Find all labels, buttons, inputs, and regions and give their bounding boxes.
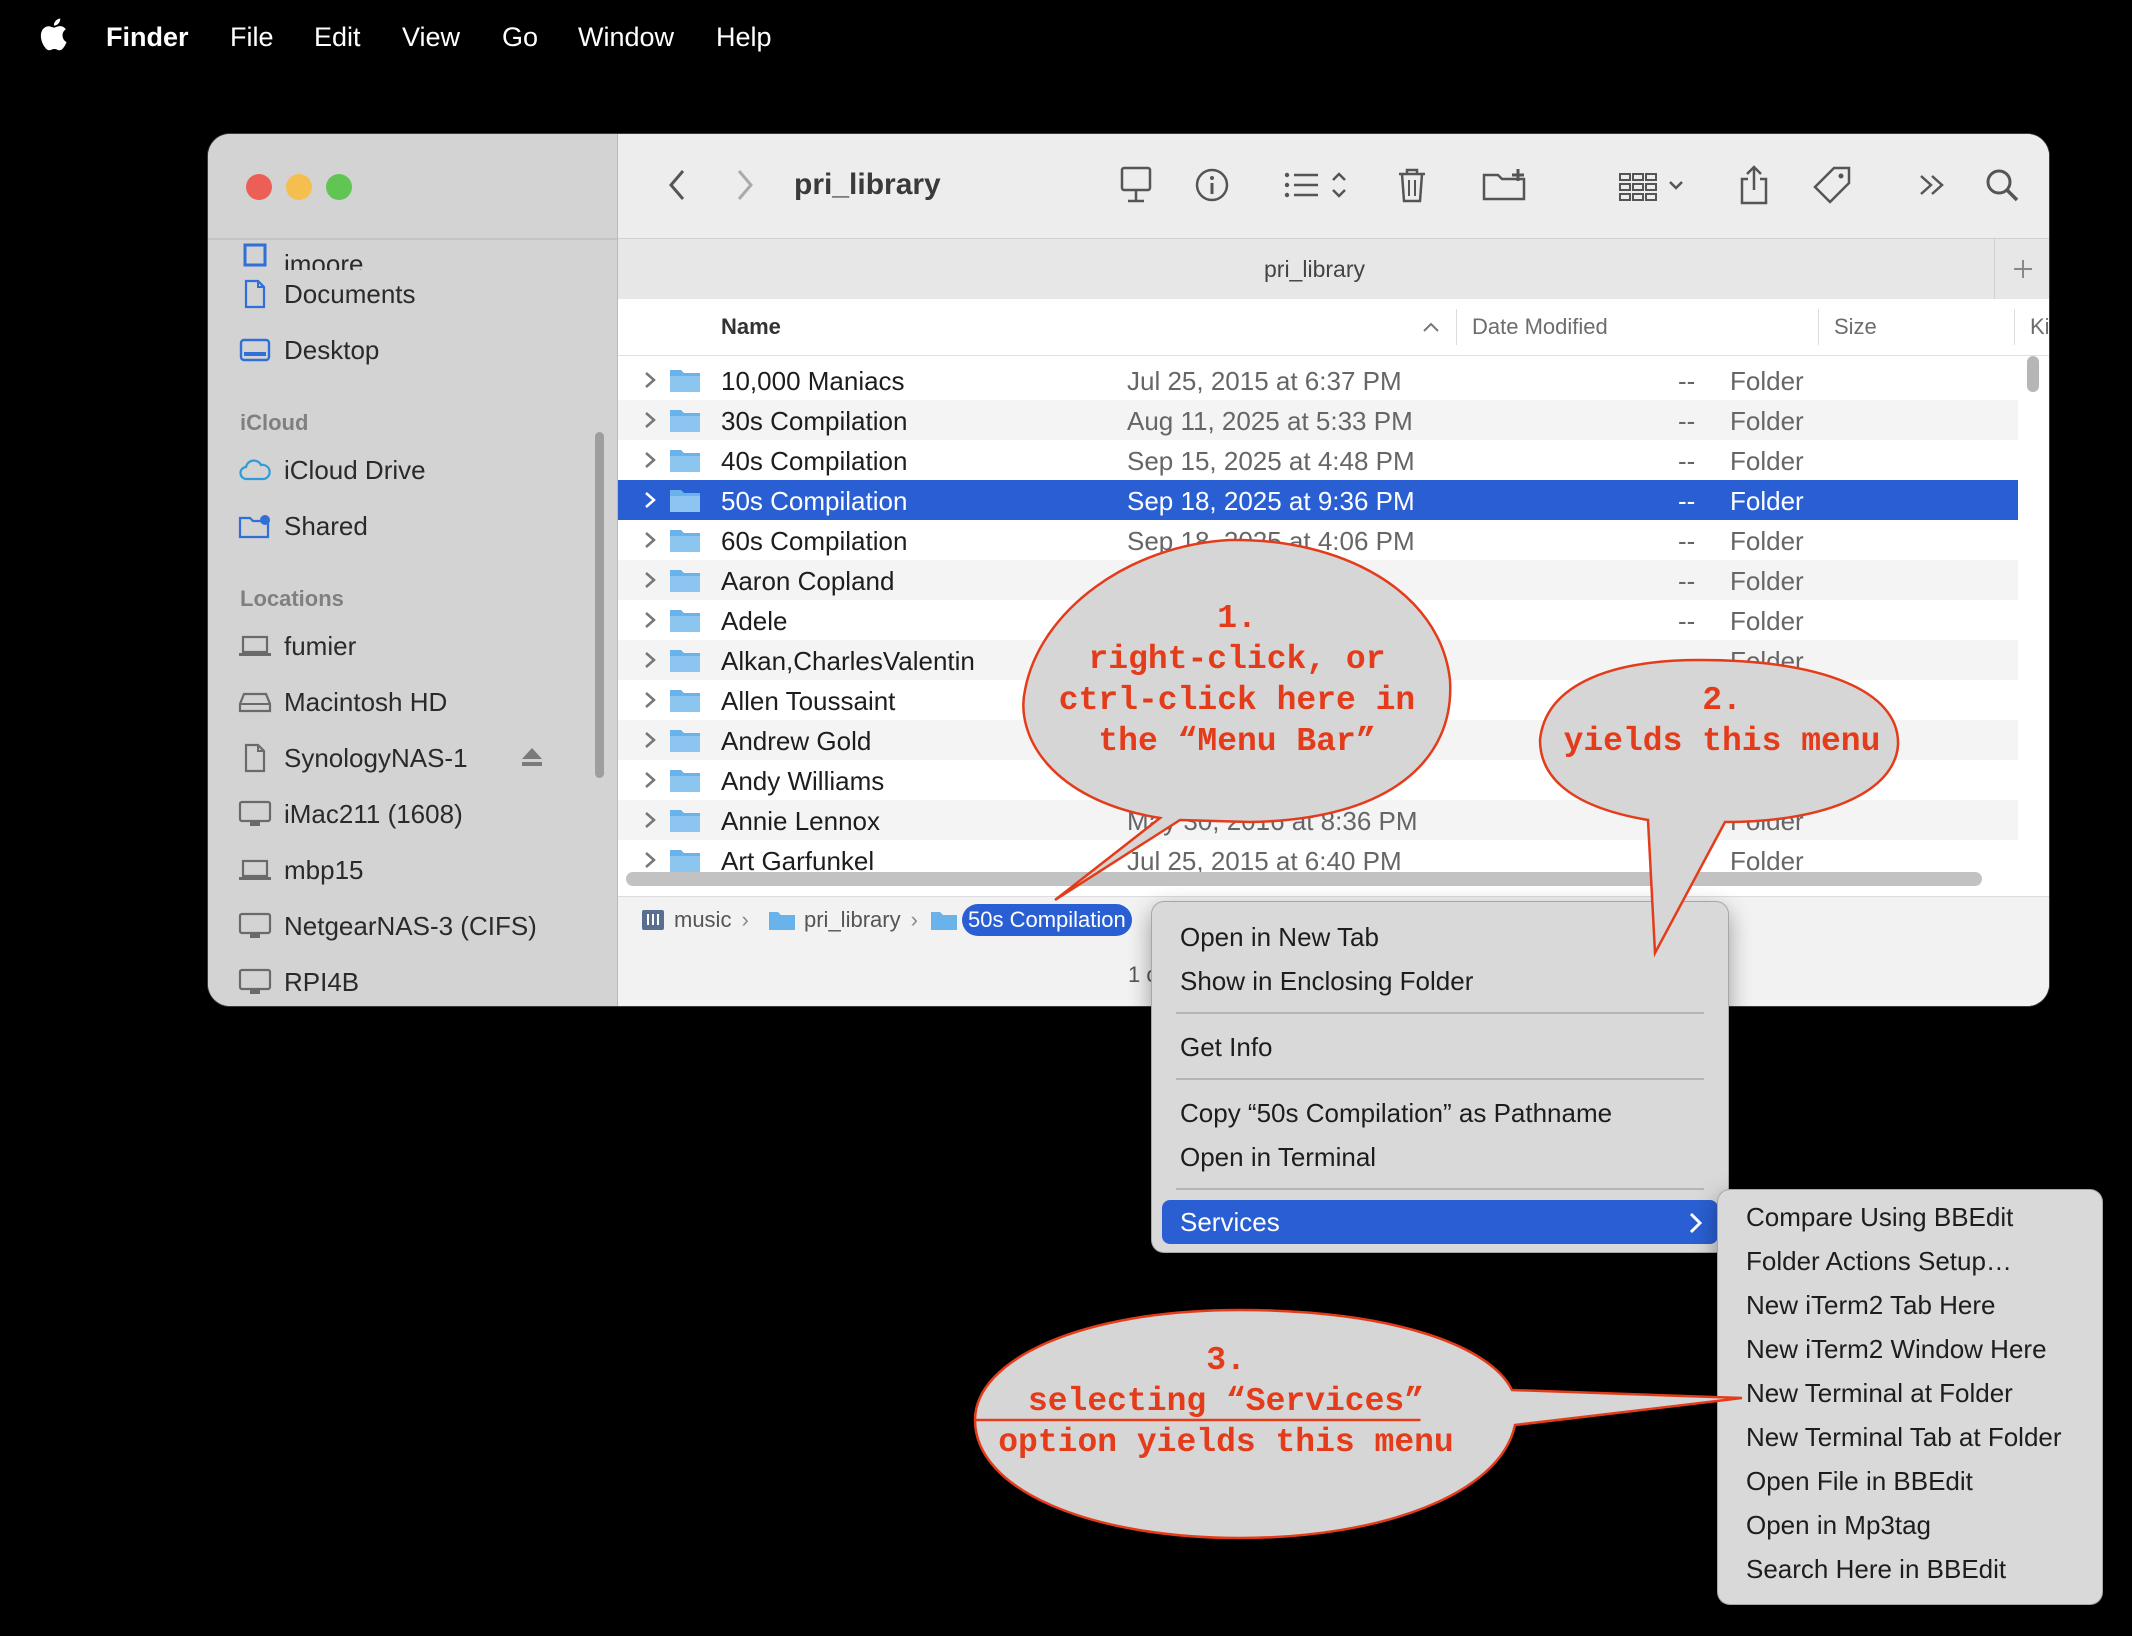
callout-2-text: 2. yields this menu bbox=[1563, 682, 1881, 760]
callout-1-text: 1. right-click, or ctrl-click here in th… bbox=[1058, 600, 1416, 760]
callout-3-text: 3. selecting “Services” option yields th… bbox=[998, 1342, 1454, 1461]
